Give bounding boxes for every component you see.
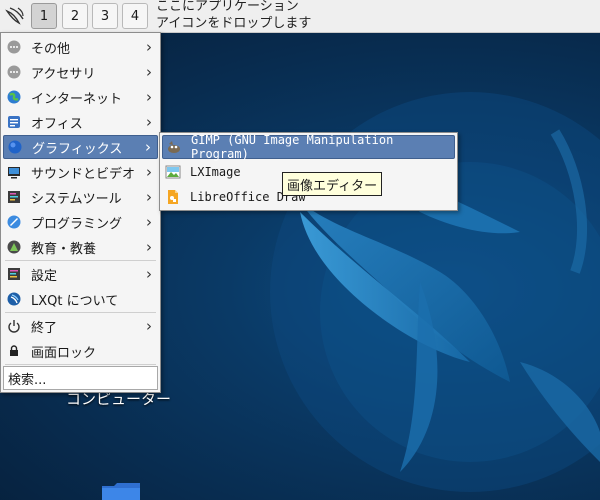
chevron-right-icon: ›: [145, 138, 151, 156]
menu-item-system-tools[interactable]: システムツール ›: [3, 185, 158, 209]
menu-item-education[interactable]: 教育・教養 ›: [3, 235, 158, 259]
submenu-item-gimp[interactable]: GIMP (GNU Image Manipulation Program): [162, 133, 455, 161]
menu-item-multimedia[interactable]: サウンドとビデオ ›: [3, 160, 158, 184]
menu-separator: [5, 312, 156, 313]
menu-item-accessories[interactable]: アクセサリ ›: [3, 60, 158, 84]
menu-item-lock-screen[interactable]: 画面ロック: [3, 339, 158, 363]
chevron-right-icon: ›: [146, 188, 152, 206]
application-menu: その他 › アクセサリ › インターネット › オフィス › グラフィックス ›…: [0, 32, 161, 393]
desktop-switch-3[interactable]: 3: [92, 3, 118, 29]
menu-separator: [5, 260, 156, 261]
quicklaunch-drop-area[interactable]: ここにアプリケーション アイコンをドロップします: [156, 0, 311, 32]
chevron-right-icon: ›: [146, 213, 152, 231]
chevron-right-icon: ›: [146, 88, 152, 106]
lximage-icon: [165, 164, 181, 180]
menu-separator: [5, 364, 156, 365]
chevron-right-icon: ›: [146, 317, 152, 335]
multimedia-icon: [7, 165, 21, 179]
main-menu-button[interactable]: [2, 3, 28, 29]
programming-icon: [7, 215, 21, 229]
tooltip: 画像エディター: [282, 172, 383, 196]
menu-search-input[interactable]: 検索...: [3, 366, 158, 390]
chevron-right-icon: ›: [146, 38, 152, 56]
education-icon: [7, 240, 21, 254]
chevron-right-icon: ›: [146, 238, 152, 256]
lxqt-logo-icon: [5, 7, 24, 25]
power-icon: [7, 319, 21, 333]
top-panel: 1 2 3 4 ここにアプリケーション アイコンをドロップします: [0, 0, 600, 33]
menu-item-internet[interactable]: インターネット ›: [3, 85, 158, 109]
menu-item-leave[interactable]: 終了 ›: [3, 314, 158, 338]
system-tools-icon: [7, 190, 21, 204]
gimp-icon: [166, 139, 182, 155]
settings-icon: [7, 267, 21, 281]
chevron-right-icon: ›: [146, 113, 152, 131]
chevron-right-icon: ›: [146, 265, 152, 283]
more-icon: [7, 40, 21, 54]
menu-item-about-lxqt[interactable]: LXQt について: [3, 287, 158, 311]
accessories-icon: [7, 65, 21, 79]
chevron-right-icon: ›: [146, 63, 152, 81]
menu-item-programming[interactable]: プログラミング ›: [3, 210, 158, 234]
folder-icon[interactable]: [100, 482, 142, 500]
chevron-right-icon: ›: [146, 163, 152, 181]
desktop-switch-1[interactable]: 1: [31, 3, 57, 29]
internet-icon: [7, 90, 21, 104]
menu-item-settings[interactable]: 設定 ›: [3, 262, 158, 286]
drop-hint-line1: ここにアプリケーション: [156, 0, 299, 14]
lxqt-about-icon: [7, 292, 21, 306]
desktop-switch-2[interactable]: 2: [62, 3, 88, 29]
menu-item-graphics[interactable]: グラフィックス ›: [3, 135, 158, 159]
office-icon: [7, 115, 21, 129]
graphics-icon: [8, 140, 22, 154]
drop-hint-line2: アイコンをドロップします: [156, 16, 312, 31]
libreoffice-draw-icon: [165, 189, 181, 205]
menu-item-office[interactable]: オフィス ›: [3, 110, 158, 134]
desktop-switch-4[interactable]: 4: [122, 3, 148, 29]
lock-icon: [7, 344, 21, 358]
menu-item-other[interactable]: その他 ›: [3, 35, 158, 59]
